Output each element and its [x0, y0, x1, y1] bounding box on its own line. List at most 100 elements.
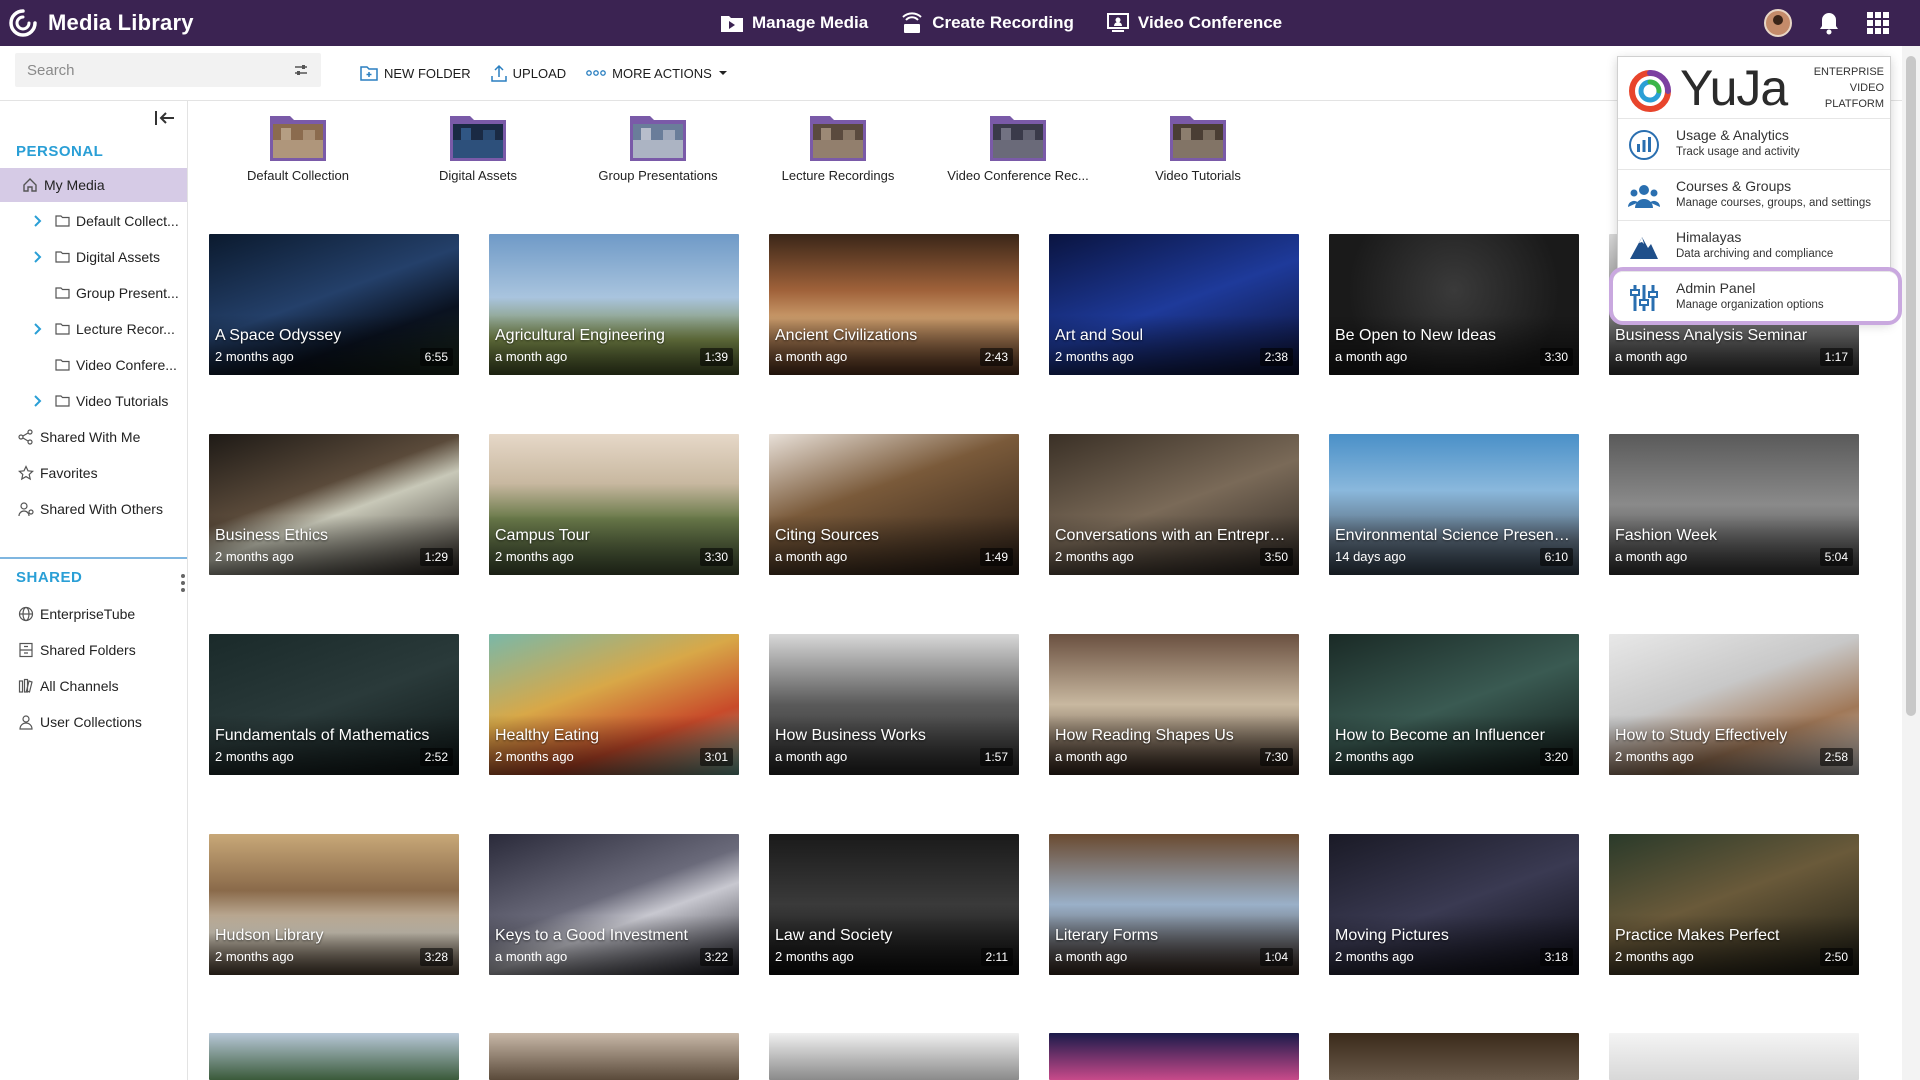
manage-media-link[interactable]: Manage Media — [720, 13, 868, 33]
collapse-sidebar-icon[interactable] — [154, 109, 176, 127]
video-card[interactable]: Agricultural Engineering a month ago 1:3… — [489, 234, 739, 375]
video-card[interactable]: Ancient Civilizations a month ago 2:43 — [769, 234, 1019, 375]
sidebar-item-group-presentations[interactable]: Group Present... — [0, 276, 187, 310]
folder-tile[interactable]: Video Conference Rec... — [928, 114, 1108, 183]
brand[interactable]: Media Library — [8, 8, 194, 38]
upload-label: UPLOAD — [512, 65, 567, 81]
folder-name: Video Tutorials — [1155, 168, 1241, 183]
sidebar-item-video-tutorials[interactable]: Video Tutorials — [0, 384, 187, 418]
video-card[interactable] — [1049, 1033, 1299, 1080]
chevron-right-icon[interactable] — [28, 395, 48, 407]
video-card[interactable]: Keys to a Good Investment a month ago 3:… — [489, 834, 739, 975]
video-conference-label: Video Conference — [1137, 13, 1283, 32]
menu-item-admin-panel[interactable]: Admin Panel Manage organization options — [1609, 267, 1902, 325]
sidebar-item-label: All Channels — [40, 678, 119, 694]
video-card[interactable]: Be Open to New Ideas a month ago 3:30 — [1329, 234, 1579, 375]
video-card[interactable]: Practice Makes Perfect 2 months ago 2:50 — [1609, 834, 1859, 975]
video-title: Business Analysis Seminar — [1615, 327, 1808, 344]
folder-tile[interactable]: Video Tutorials — [1108, 114, 1288, 183]
sidebar-item-user-collections[interactable]: User Collections — [0, 705, 187, 739]
page-scrollbar[interactable] — [1902, 46, 1920, 1080]
sidebar-item-shared-with-me[interactable]: Shared With Me — [0, 420, 187, 454]
video-conference-link[interactable]: Video Conference — [1106, 13, 1282, 33]
search-input[interactable] — [27, 61, 293, 79]
folder-tile[interactable]: Lecture Recordings — [748, 114, 928, 183]
video-age: 2 months ago — [215, 349, 294, 364]
sidebar-item-enterprisetube[interactable]: EnterpriseTube — [0, 597, 187, 631]
yuja-logo-icon — [9, 9, 37, 37]
scrollbar-thumb[interactable] — [1906, 56, 1916, 716]
video-card[interactable]: Campus Tour 2 months ago 3:30 — [489, 434, 739, 575]
video-age: 2 months ago — [775, 949, 854, 964]
sidebar-item-shared-with-others[interactable]: Shared With Others — [0, 492, 187, 526]
video-card[interactable]: Fundamentals of Mathematics 2 months ago… — [209, 634, 459, 775]
chevron-right-icon[interactable] — [28, 215, 48, 227]
video-card[interactable]: A Space Odyssey 2 months ago 6:55 — [209, 234, 459, 375]
sidebar-item-lecture-recordings[interactable]: Lecture Recor... — [0, 312, 187, 346]
video-card[interactable]: Literary Forms a month ago 1:04 — [1049, 834, 1299, 975]
thumbnail-shade — [1329, 515, 1579, 575]
create-recording-link[interactable]: Create Recording — [900, 12, 1074, 34]
personal-heading: PERSONAL — [16, 143, 104, 160]
sidebar-item-digital-assets[interactable]: Digital Assets — [0, 240, 187, 274]
video-card[interactable]: Hudson Library 2 months ago 3:28 — [209, 834, 459, 975]
folder-video-icon — [721, 16, 743, 32]
thumbnail-shade — [489, 515, 739, 575]
folder-thumbnail-icon — [810, 116, 866, 161]
video-card[interactable]: Environmental Science Presentat... 14 da… — [1329, 434, 1579, 575]
thumbnail-shade — [1049, 915, 1299, 975]
folder-name: Digital Assets — [438, 168, 518, 183]
bell-icon[interactable] — [1818, 11, 1840, 35]
mountain-icon — [1630, 237, 1658, 259]
video-card[interactable]: Moving Pictures 2 months ago 3:18 — [1329, 834, 1579, 975]
video-card[interactable]: How Business Works a month ago 1:57 — [769, 634, 1019, 775]
folder-tile[interactable]: Group Presentations — [568, 114, 748, 183]
chevron-right-icon[interactable] — [28, 323, 48, 335]
new-folder-button[interactable]: NEW FOLDER — [360, 65, 471, 81]
video-card[interactable]: How to Study Effectively 2 months ago 2:… — [1609, 634, 1859, 775]
video-card[interactable]: Business Ethics 2 months ago 1:29 — [209, 434, 459, 575]
video-card[interactable]: Fashion Week a month ago 5:04 — [1609, 434, 1859, 575]
shared-heading: SHARED — [16, 569, 83, 586]
video-card[interactable]: Conversations with an Entrepren... 2 mon… — [1049, 434, 1299, 575]
folder-tile[interactable]: Default Collection — [208, 114, 388, 183]
recording-icon — [902, 12, 922, 33]
menu-item-usage-analytics[interactable]: Usage & Analytics Track usage and activi… — [1618, 118, 1890, 168]
share-icon — [16, 429, 36, 445]
video-card[interactable] — [209, 1033, 459, 1080]
video-card[interactable]: How Reading Shapes Us a month ago 7:30 — [1049, 634, 1299, 775]
menu-item-himalayas[interactable]: Himalayas Data archiving and compliance — [1618, 220, 1890, 270]
menu-item-courses-groups[interactable]: Courses & Groups Manage courses, groups,… — [1618, 169, 1890, 219]
more-actions-button[interactable]: MORE ACTIONS — [586, 66, 728, 81]
video-duration: 1:17 — [1819, 348, 1853, 366]
thumbnail-shade — [769, 515, 1019, 575]
upload-button[interactable]: UPLOAD — [490, 64, 567, 82]
home-icon — [20, 177, 40, 193]
video-card[interactable]: How to Become an Influencer 2 months ago… — [1329, 634, 1579, 775]
user-avatar[interactable] — [1764, 9, 1792, 37]
sidebar-item-video-conference[interactable]: Video Confere... — [0, 348, 187, 382]
folder-tile[interactable]: Digital Assets — [388, 114, 568, 183]
thumbnail-shade — [209, 315, 459, 375]
video-title: Moving Pictures — [1335, 927, 1449, 944]
sidebar-item-my-media[interactable]: My Media — [0, 168, 187, 202]
chevron-right-icon[interactable] — [28, 251, 48, 263]
video-card[interactable]: Art and Soul 2 months ago 2:38 — [1049, 234, 1299, 375]
more-dots-icon — [586, 70, 606, 76]
video-card[interactable] — [1329, 1033, 1579, 1080]
sidebar-item-shared-folders[interactable]: Shared Folders — [0, 633, 187, 667]
video-card[interactable] — [1609, 1033, 1859, 1080]
video-card[interactable] — [769, 1033, 1019, 1080]
apps-grid-icon[interactable] — [1866, 11, 1890, 35]
sidebar-item-all-channels[interactable]: All Channels — [0, 669, 187, 703]
video-card[interactable]: Law and Society 2 months ago 2:11 — [769, 834, 1019, 975]
thumbnail-shade — [209, 915, 459, 975]
video-card[interactable] — [489, 1033, 739, 1080]
sidebar-item-default-collection[interactable]: Default Collect... — [0, 204, 187, 238]
video-card[interactable]: Healthy Eating 2 months ago 3:01 — [489, 634, 739, 775]
sidebar-item-favorites[interactable]: Favorites — [0, 456, 187, 490]
filter-icon[interactable] — [293, 63, 309, 77]
folder-thumbnail-icon — [990, 116, 1046, 161]
video-card[interactable]: Citing Sources a month ago 1:49 — [769, 434, 1019, 575]
vertical-dots-icon[interactable] — [180, 573, 186, 593]
